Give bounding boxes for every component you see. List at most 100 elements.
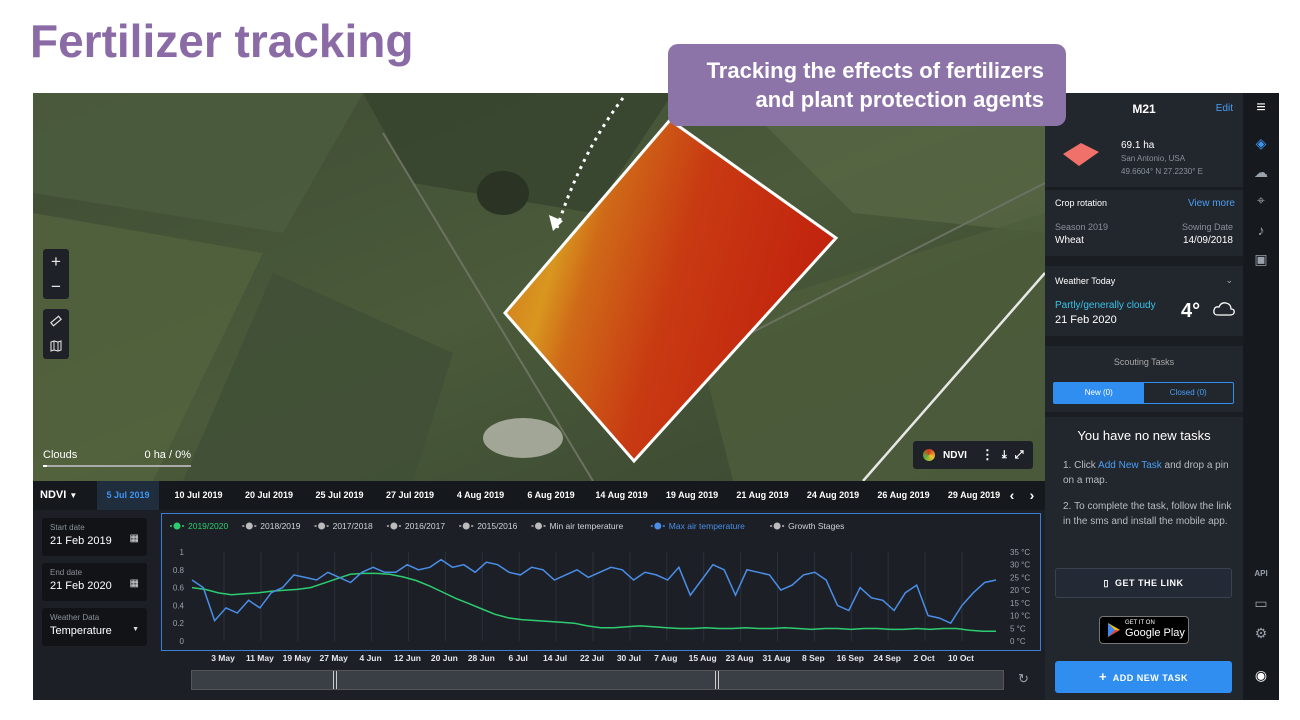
timeline-date[interactable]: 6 Aug 2019	[520, 481, 582, 510]
gplay-small-text: GET IT ON	[1125, 620, 1155, 626]
layer-label[interactable]: NDVI	[943, 450, 967, 461]
legend-marker	[245, 522, 253, 530]
step-2-number: 2.	[1063, 501, 1075, 512]
crop-rotation-card: Crop rotation View more Season 2019 Whea…	[1045, 190, 1243, 256]
reset-icon[interactable]: ↻	[1018, 671, 1029, 687]
timeline-date[interactable]: 5 Jul 2019	[97, 481, 159, 510]
task-step-1: 1. Click Add New Task and drop a pin on …	[1063, 458, 1233, 488]
legend-item: Min air temperature	[550, 521, 624, 531]
x-axis-labels: 3 May 11 May 19 May 27 May 4 Jun 12 Jun 20 Jun…	[161, 652, 1041, 666]
timeline-date[interactable]: 27 Jul 2019	[379, 481, 441, 510]
timeline-date[interactable]: 26 Aug 2019	[873, 481, 935, 510]
chart-range-scroller[interactable]	[191, 670, 1004, 690]
end-date-field[interactable]: End date 21 Feb 2020 ▦	[42, 563, 147, 601]
timeline-date[interactable]: 29 Aug 2019	[943, 481, 1005, 510]
field-info: 69.1 ha San Antonio, USA 49.6604° N 27.2…	[1121, 139, 1203, 178]
legend-marker	[173, 522, 181, 530]
satellite-map[interactable]: + − Clouds 0 ha / 0% NDVI ⋮ ⤓ ⤢	[33, 93, 1045, 481]
bell-icon[interactable]: ♪	[1243, 222, 1279, 238]
legend-item: 2015/2016	[477, 521, 517, 531]
timeline-date[interactable]: 24 Aug 2019	[802, 481, 864, 510]
plus-icon: +	[1098, 669, 1108, 684]
index-selector[interactable]: NDVI ▼	[33, 481, 95, 510]
add-new-task-link[interactable]: Add New Task	[1098, 460, 1162, 471]
get-the-link-button[interactable]: ▯ GET THE LINK	[1055, 568, 1232, 598]
more-vertical-icon[interactable]: ⋮	[981, 447, 994, 463]
callout-line-1: Tracking the effects of fertilizers	[706, 58, 1044, 83]
weather-date: 21 Feb 2020	[1055, 314, 1117, 326]
dashboard-icon[interactable]: ▣	[1243, 251, 1279, 268]
legend-item: 2017/2018	[333, 521, 373, 531]
y-left-tick: 0.4	[173, 601, 185, 610]
cloud-upload-icon[interactable]: ☁	[1243, 164, 1279, 181]
download-icon[interactable]: ⤓	[1002, 449, 1007, 462]
field-name: M21	[1132, 102, 1156, 116]
add-new-task-button[interactable]: + ADD NEW TASK	[1055, 661, 1232, 693]
range-handle-right[interactable]	[715, 671, 719, 689]
map-imagery	[33, 93, 1045, 481]
ndvi-chart[interactable]: 2019/2020 2018/2019 2017/2018 2016/2017 2015…	[161, 513, 1041, 651]
layer-control: NDVI ⋮ ⤓ ⤢	[913, 441, 1033, 469]
tab-closed[interactable]: Closed (0)	[1144, 383, 1234, 403]
map-icon[interactable]	[43, 334, 69, 359]
prev-dates-button[interactable]: ‹	[1003, 481, 1021, 510]
timeline-date[interactable]: 19 Aug 2019	[661, 481, 723, 510]
scouting-title: Scouting Tasks	[1113, 357, 1175, 367]
scouting-tabs: New (0) Closed (0)	[1053, 382, 1234, 404]
field-card: M21 Edit 69.1 ha San Antonio, USA 49.660…	[1045, 93, 1243, 187]
legend-item: 2016/2017	[405, 521, 445, 531]
weather-data-select[interactable]: Weather Data Temperature ▼	[42, 608, 147, 646]
legend-marker	[390, 522, 398, 530]
timeline-date[interactable]: 4 Aug 2019	[450, 481, 512, 510]
start-date-field[interactable]: Start date 21 Feb 2019 ▦	[42, 518, 147, 556]
y-right-tick: 10 °C	[1010, 612, 1030, 621]
zoom-out-button[interactable]: −	[43, 274, 69, 299]
user-icon[interactable]: ◉	[1243, 667, 1279, 684]
y-left-tick: 0	[180, 637, 185, 646]
menu-icon[interactable]: ≡	[1243, 99, 1279, 117]
weather-title: Weather Today	[1055, 276, 1116, 286]
timeline-date[interactable]: 21 Aug 2019	[732, 481, 794, 510]
legend-marker	[535, 522, 542, 530]
start-date-value: 21 Feb 2019	[50, 535, 112, 547]
api-link[interactable]: API	[1243, 569, 1279, 578]
tasks-panel: You have no new tasks 1. Click Add New T…	[1045, 417, 1243, 700]
step-1-prefix: Click	[1074, 460, 1099, 471]
season-label: Season 2019	[1055, 222, 1109, 232]
layers-icon[interactable]: ◈	[1243, 135, 1279, 152]
settings-icon[interactable]: ⚙	[1243, 625, 1279, 642]
map-tools: + −	[43, 249, 69, 369]
scouting-card: Scouting Tasks New (0) Closed (0)	[1045, 346, 1243, 412]
y-right-tick: 35 °C	[1010, 548, 1030, 557]
ndvi-series-line	[191, 572, 996, 632]
right-icon-bar: ≡ ◈ ☁ ⌖ ♪ ▣ API ▭ ⚙ ◉	[1243, 93, 1279, 700]
edit-field-link[interactable]: Edit	[1216, 103, 1233, 114]
clouds-slider[interactable]	[43, 465, 191, 467]
zoom-in-button[interactable]: +	[43, 249, 69, 274]
end-date-label: End date	[50, 568, 83, 577]
no-tasks-title: You have no new tasks	[1077, 428, 1211, 443]
field-area: 69.1 ha	[1121, 140, 1155, 151]
next-dates-button[interactable]: ›	[1023, 481, 1041, 510]
timeline-date[interactable]: 14 Aug 2019	[591, 481, 653, 510]
tab-new[interactable]: New (0)	[1054, 383, 1144, 403]
chat-icon[interactable]: ▭	[1243, 595, 1279, 612]
field-sidebar: M21 Edit 69.1 ha San Antonio, USA 49.660…	[1045, 93, 1243, 700]
range-handle-left[interactable]	[333, 671, 337, 689]
chevron-down-icon[interactable]: ⌄	[1225, 275, 1233, 286]
location-pin-icon[interactable]: ⌖	[1243, 192, 1279, 209]
legend-marker	[462, 522, 470, 530]
clouds-value: 0 ha / 0%	[144, 449, 191, 461]
ndvi-palette-icon[interactable]	[923, 449, 935, 461]
view-more-link[interactable]: View more	[1188, 198, 1235, 209]
timeline-date[interactable]: 10 Jul 2019	[168, 481, 230, 510]
ruler-icon[interactable]	[43, 309, 69, 334]
field-coords: 49.6604° N 27.2230° E	[1121, 167, 1204, 176]
weather-card: Weather Today ⌄ Partly/generally cloudy …	[1045, 266, 1243, 336]
google-play-badge[interactable]: GET IT ON Google Play	[1099, 616, 1189, 644]
fullscreen-icon[interactable]: ⤢	[1015, 449, 1024, 462]
timeline-date[interactable]: 25 Jul 2019	[309, 481, 371, 510]
x-tick-label: 10 Oct	[948, 653, 974, 663]
season-crop: Wheat	[1055, 235, 1084, 246]
timeline-date[interactable]: 20 Jul 2019	[238, 481, 300, 510]
